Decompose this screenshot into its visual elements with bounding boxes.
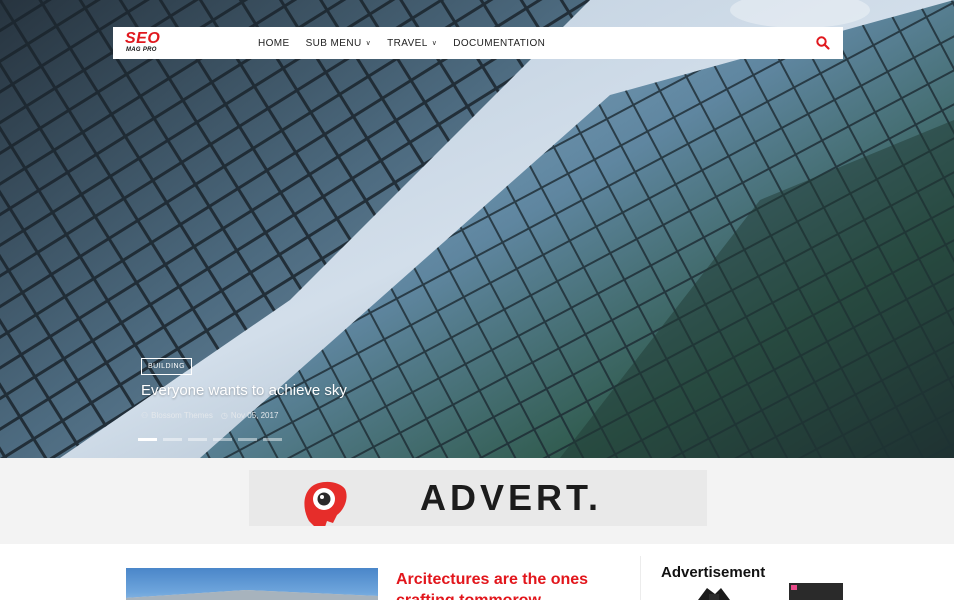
post-author[interactable]: Blossom Themes xyxy=(151,411,213,420)
menu-item-sub-menu[interactable]: SUB MENU ∨ xyxy=(306,38,372,49)
advert-banner[interactable]: ADVERT. xyxy=(249,470,707,526)
logo-main-text: SEO xyxy=(125,30,161,47)
menu-item-label: TRAVEL xyxy=(387,37,428,49)
mascot-logo xyxy=(304,481,347,526)
menu-item-documentation[interactable]: DOCUMENTATION xyxy=(453,38,545,49)
main-navbar: SEO MAG PRO HOME SUB MENU ∨ TRAVEL ∨ DOC… xyxy=(113,27,843,59)
menu-item-label: HOME xyxy=(258,37,290,49)
menu-item-label: DOCUMENTATION xyxy=(453,37,546,49)
post-thumbnail[interactable] xyxy=(126,568,378,600)
slider-dot[interactable] xyxy=(213,438,232,441)
menu-item-travel[interactable]: TRAVEL ∨ xyxy=(387,38,437,49)
post-title[interactable]: Arcitectures are the ones crafting tommo… xyxy=(396,569,626,600)
ad-strip: ADVERT. xyxy=(0,458,954,544)
slider-dot[interactable] xyxy=(238,438,257,441)
category-label: BUILDING xyxy=(148,363,186,370)
slider-dot[interactable] xyxy=(138,438,157,441)
primary-menu: HOME SUB MENU ∨ TRAVEL ∨ DOCUMENTATION xyxy=(258,27,561,59)
slider-dot[interactable] xyxy=(263,438,282,441)
logo-sub-text: MAG PRO xyxy=(126,47,157,53)
post-meta: ⚇ Blossom Themes ◷ Nov 05, 2017 xyxy=(141,411,278,420)
chevron-down-icon: ∨ xyxy=(431,40,438,47)
sidebar-ad-image[interactable] xyxy=(681,584,747,600)
author-icon: ⚇ xyxy=(141,411,149,420)
sidebar-thumbnail[interactable] xyxy=(789,583,843,600)
hero-slider: SEO MAG PRO HOME SUB MENU ∨ TRAVEL ∨ DOC… xyxy=(0,0,954,458)
sidebar-title: Advertisement xyxy=(661,564,766,581)
advert-text: ADVERT. xyxy=(420,477,603,518)
category-tag[interactable]: BUILDING xyxy=(141,358,193,375)
slider-dots xyxy=(138,438,288,441)
site-logo[interactable]: SEO MAG PRO xyxy=(125,30,185,55)
slider-dot[interactable] xyxy=(188,438,207,441)
search-icon[interactable] xyxy=(815,35,831,51)
chevron-down-icon: ∨ xyxy=(365,40,372,47)
content-area: Arcitectures are the ones crafting tommo… xyxy=(0,544,954,600)
clock-icon: ◷ xyxy=(220,411,228,420)
menu-item-home[interactable]: HOME xyxy=(258,38,290,49)
sidebar: Advertisement xyxy=(640,556,843,600)
post-date: Nov 05, 2017 xyxy=(230,411,279,420)
slide-title[interactable]: Everyone wants to achieve sky xyxy=(141,382,347,399)
menu-item-label: SUB MENU xyxy=(305,37,362,49)
slider-dot[interactable] xyxy=(163,438,182,441)
